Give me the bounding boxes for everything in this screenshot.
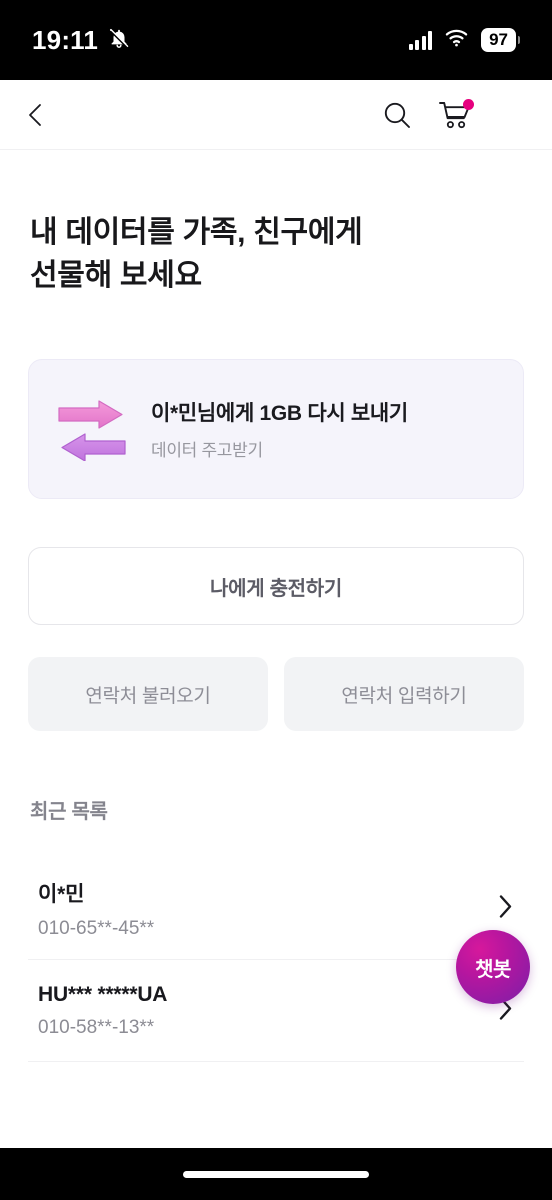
shopping-cart-icon[interactable]	[438, 98, 474, 130]
page-title-line1: 내 데이터를 가족, 친구에게	[30, 216, 363, 249]
import-contacts-button[interactable]: 연락처 불러오기	[28, 657, 268, 732]
battery-tip	[518, 36, 520, 44]
resend-card-title: 이*민님에게 1GB 다시 보내기	[151, 402, 408, 426]
hamburger-menu-icon[interactable]	[498, 104, 528, 125]
battery-indicator: 97	[481, 28, 520, 52]
chevron-right-icon[interactable]	[498, 893, 514, 924]
search-icon[interactable]	[382, 100, 412, 130]
contact-buttons-row: 연락처 불러오기 연락처 입력하기	[28, 657, 524, 732]
app-header	[0, 80, 552, 150]
status-bar: 19:11 97	[0, 0, 552, 80]
main-content: 내 데이터를 가족, 친구에게 선물해 보세요 이*민님에게 1GB 다시 보내…	[0, 150, 552, 1063]
cart-badge-dot	[463, 98, 474, 110]
back-chevron-icon[interactable]	[24, 102, 48, 128]
contact-name: HU*** *****UA	[38, 982, 168, 1006]
contact-phone: 010-65**-45**	[38, 917, 155, 939]
system-navigation-bar	[0, 1148, 552, 1200]
resend-data-card[interactable]: 이*민님에게 1GB 다시 보내기 데이터 주고받기	[28, 359, 524, 500]
status-bar-clock: 19:11	[32, 24, 99, 55]
cellular-signal-icon	[408, 30, 433, 50]
page-title-line2: 선물해 보세요	[30, 258, 202, 292]
bell-muted-icon	[108, 27, 130, 54]
recent-list: 이*민 010-65**-45** HU*** *****UA 010-58**…	[28, 858, 524, 1063]
chatbot-button[interactable]: 챗봇	[456, 930, 530, 1004]
status-bar-right: 97	[408, 28, 520, 52]
resend-card-texts: 이*민님에게 1GB 다시 보내기 데이터 주고받기	[151, 397, 408, 461]
app-header-actions	[382, 98, 528, 130]
battery-level: 97	[481, 28, 516, 52]
phone-screen: 19:11 97 내 데이터를 가족, 친구에게 선물해 보세요 이*민님에게 …	[0, 0, 552, 1200]
status-bar-left: 19:11	[32, 25, 130, 56]
home-indicator[interactable]	[183, 1170, 369, 1178]
page-title: 내 데이터를 가족, 친구에게 선물해 보세요	[0, 150, 552, 297]
contact-name: 이*민	[38, 882, 85, 906]
resend-card-subtitle: 데이터 주고받기	[151, 441, 263, 461]
list-item[interactable]: 이*민 010-65**-45**	[28, 858, 524, 961]
enter-contact-button[interactable]: 연락처 입력하기	[284, 657, 524, 732]
data-exchange-arrows-icon	[55, 397, 129, 462]
list-item[interactable]: HU*** *****UA 010-58**-13**	[28, 960, 524, 1063]
contact-phone: 010-58**-13**	[38, 1016, 155, 1038]
recent-list-heading: 최근 목록	[30, 801, 108, 824]
charge-myself-button[interactable]: 나에게 충전하기	[28, 547, 524, 626]
wifi-icon	[445, 29, 468, 52]
